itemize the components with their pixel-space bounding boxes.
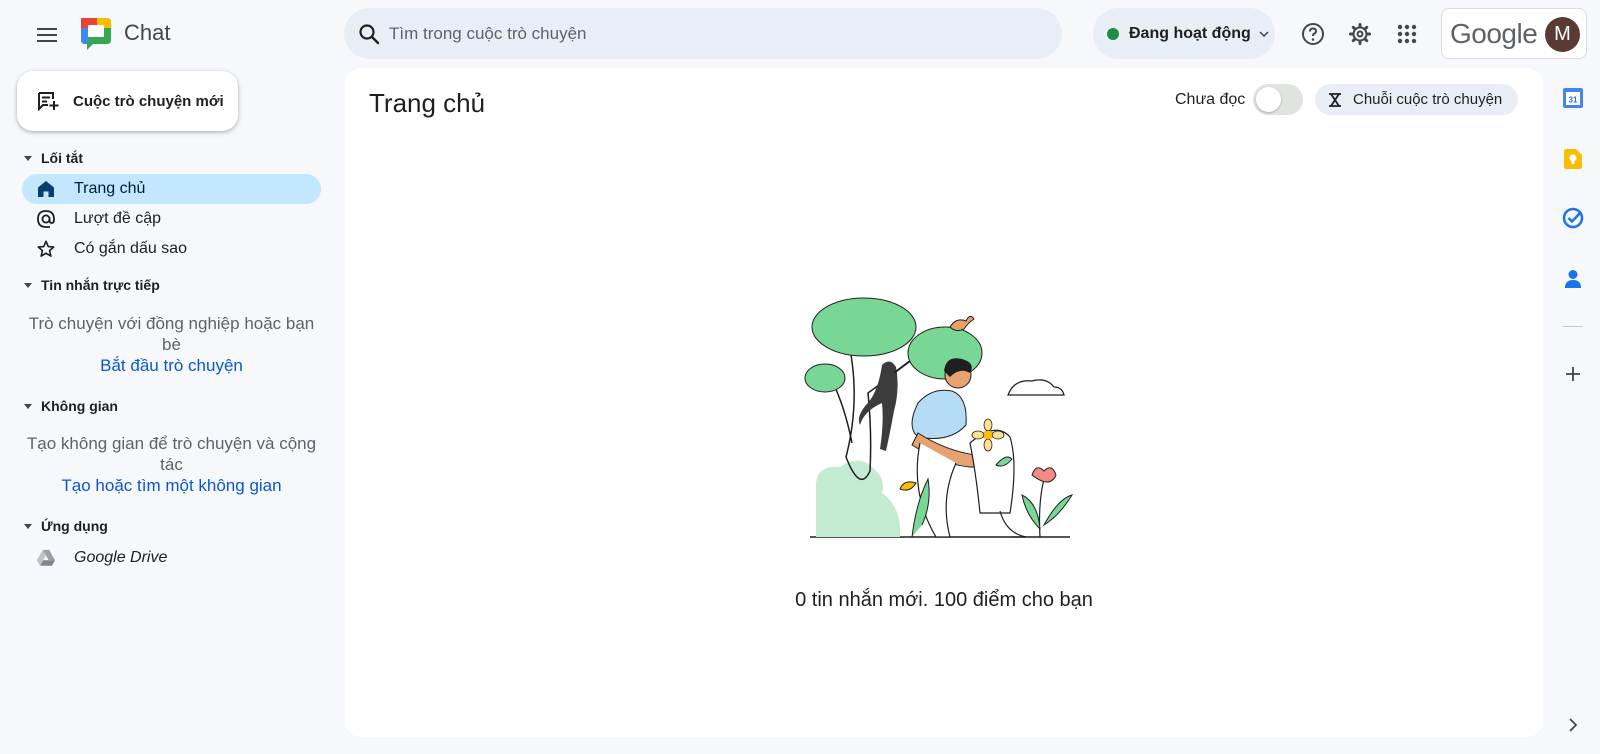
- spaces-empty-text: Tạo không gian để trò chuyện và cộng tác: [26, 434, 317, 474]
- unread-toggle[interactable]: [1253, 84, 1303, 115]
- keep-icon: [1564, 149, 1582, 169]
- status-label: Đang hoạt động: [1129, 24, 1251, 42]
- search-bar[interactable]: [344, 8, 1062, 59]
- top-bar: Chat Đang hoạt động: [0, 0, 1600, 68]
- calendar-day: 31: [1569, 96, 1578, 105]
- main-panel: Trang chủ Chưa đọc Chuỗi cuộc trò chuyện: [345, 68, 1543, 737]
- help-icon: [1302, 23, 1324, 45]
- empty-state-illustration: [804, 297, 1074, 538]
- rail-divider: [1563, 326, 1583, 327]
- collapse-arrow-icon: [24, 155, 32, 161]
- status-dot-icon: [1107, 27, 1119, 40]
- app-title: Chat: [124, 20, 171, 45]
- contacts-button[interactable]: [1558, 264, 1588, 294]
- sidebar-item-starred[interactable]: Có gắn dấu sao: [22, 234, 321, 264]
- new-chat-label: Cuộc trò chuyện mới: [73, 92, 224, 110]
- tasks-icon: [1562, 207, 1584, 229]
- threads-icon: [1329, 92, 1341, 107]
- google-drive-icon: [36, 548, 56, 568]
- section-title: Tin nhắn trực tiếp: [41, 277, 160, 293]
- search-input[interactable]: [389, 23, 989, 44]
- at-icon: [36, 209, 56, 229]
- empty-state-message: 0 tin nhắn mới. 100 điểm cho bạn: [795, 589, 1093, 611]
- keep-button[interactable]: [1558, 144, 1588, 174]
- add-addon-button[interactable]: [1558, 359, 1588, 389]
- chevron-down-icon: [1259, 30, 1269, 37]
- section-title: Ứng dụng: [41, 518, 108, 534]
- collapse-arrow-icon: [24, 282, 32, 288]
- apps-grid-icon: [1397, 24, 1417, 44]
- section-title: Không gian: [41, 398, 118, 414]
- start-chat-link[interactable]: Bắt đầu trò chuyện: [22, 356, 321, 376]
- unread-label: Chưa đọc: [1175, 91, 1246, 108]
- chat-logo-icon[interactable]: [79, 16, 113, 50]
- sidebar-item-home[interactable]: Trang chủ: [22, 174, 321, 204]
- main-menu-button[interactable]: [28, 16, 66, 54]
- sidebar-item-label: Trang chủ: [74, 180, 146, 197]
- sidebar-item-mentions[interactable]: Lượt đề cập: [22, 204, 321, 234]
- help-button[interactable]: [1294, 15, 1332, 53]
- sidebar-item-label: Có gắn dấu sao: [74, 240, 187, 257]
- account-switcher[interactable]: Google M: [1441, 8, 1587, 59]
- star-icon: [36, 239, 56, 259]
- threads-button-label: Chuỗi cuộc trò chuyện: [1353, 91, 1503, 108]
- section-apps-header[interactable]: Ứng dụng: [24, 518, 108, 534]
- tasks-button[interactable]: [1558, 203, 1588, 233]
- settings-button[interactable]: [1341, 15, 1379, 53]
- avatar[interactable]: M: [1545, 17, 1580, 52]
- apps-launcher-button[interactable]: [1388, 15, 1426, 53]
- sidebar-item-label: Lượt đề cập: [74, 210, 162, 227]
- new-chat-icon: [38, 92, 59, 111]
- add-icon: [1566, 367, 1580, 381]
- page-title: Trang chủ: [369, 88, 486, 118]
- find-space-link[interactable]: Tạo hoặc tìm một không gian: [22, 476, 321, 496]
- google-wordmark: Google: [1450, 17, 1538, 49]
- section-title: Lối tắt: [41, 150, 83, 166]
- expand-panel-button[interactable]: [1558, 710, 1588, 740]
- calendar-icon: 31: [1563, 88, 1583, 108]
- collapse-arrow-icon: [24, 523, 32, 529]
- hamburger-menu-icon: [37, 28, 57, 42]
- section-spaces-header[interactable]: Không gian: [24, 398, 118, 414]
- search-icon: [359, 23, 380, 44]
- new-chat-button[interactable]: Cuộc trò chuyện mới: [17, 71, 238, 131]
- contacts-icon: [1565, 270, 1581, 288]
- section-shortcuts-header[interactable]: Lối tắt: [24, 150, 83, 166]
- collapse-arrow-icon: [24, 403, 32, 409]
- status-dropdown[interactable]: Đang hoạt động: [1093, 8, 1275, 59]
- home-icon: [36, 179, 56, 199]
- section-direct-messages-header[interactable]: Tin nhắn trực tiếp: [24, 277, 160, 293]
- threads-button[interactable]: Chuỗi cuộc trò chuyện: [1315, 84, 1518, 115]
- calendar-button[interactable]: 31: [1558, 83, 1588, 113]
- toggle-knob: [1256, 87, 1281, 112]
- gear-icon: [1349, 23, 1371, 45]
- chevron-right-icon: [1569, 718, 1578, 732]
- direct-messages-empty-text: Trò chuyện với đồng nghiệp hoặc bạn bè: [28, 314, 315, 354]
- sidebar-item-google-drive[interactable]: Google Drive: [22, 543, 321, 573]
- sidebar-item-label: Google Drive: [74, 549, 168, 566]
